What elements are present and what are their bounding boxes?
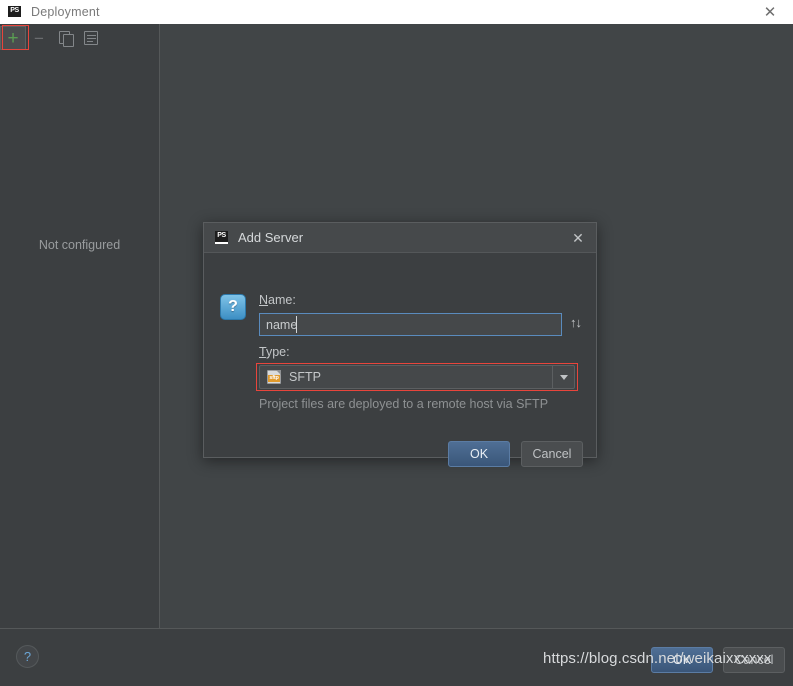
phpstorm-icon: PS — [8, 5, 21, 19]
type-label-mnemonic: T — [259, 345, 266, 359]
reorder-arrows-icon[interactable]: ↑↓ — [570, 315, 582, 330]
plus-icon: + — [7, 27, 19, 49]
deployment-window: PS Deployment ✕ + − Not configured ? OK … — [0, 0, 793, 686]
dialog-titlebar: PS Add Server ✕ — [204, 223, 596, 253]
server-list-panel[interactable]: Not configured — [0, 52, 159, 628]
window-titlebar: PS Deployment ✕ — [0, 0, 793, 24]
remove-server-button[interactable]: − — [26, 26, 52, 50]
type-selected-value: SFTP — [289, 370, 321, 384]
dialog-title: Add Server — [238, 230, 304, 245]
window-cancel-button[interactable]: Cancel — [723, 647, 785, 673]
sftp-icon-label: sftp — [268, 375, 280, 382]
name-label: Name: — [259, 293, 296, 307]
chevron-down-icon[interactable] — [552, 366, 574, 388]
minus-icon: − — [34, 28, 44, 48]
name-label-rest: ame: — [268, 293, 296, 307]
window-close-icon[interactable]: ✕ — [753, 0, 787, 24]
window-ok-button[interactable]: OK — [651, 647, 713, 673]
type-label-rest: ype: — [265, 345, 290, 359]
dialog-ok-button[interactable]: OK — [448, 441, 510, 467]
dialog-cancel-button[interactable]: Cancel — [521, 441, 583, 467]
name-label-mnemonic: N — [259, 293, 269, 307]
sftp-file-icon: sftp — [267, 370, 281, 384]
dialog-phpstorm-icon: PS — [215, 231, 228, 244]
edit-list-icon — [84, 31, 98, 45]
window-title: Deployment — [31, 5, 100, 19]
help-icon[interactable]: ? — [16, 645, 39, 668]
copy-server-button[interactable] — [52, 26, 78, 50]
type-hint-text: Project files are deployed to a remote h… — [259, 397, 549, 411]
add-server-dialog: PS Add Server ✕ ? Name: ↑↓ Type: sftp SF… — [203, 222, 597, 467]
deployment-toolbar: + − — [0, 24, 159, 52]
empty-state-label: Not configured — [38, 238, 121, 252]
type-label: Type: — [259, 345, 290, 359]
add-server-button[interactable]: + — [0, 26, 26, 50]
type-dropdown[interactable]: sftp SFTP — [259, 365, 575, 389]
dialog-body: ? Name: ↑↓ Type: sftp SFTP Project files… — [204, 253, 596, 467]
copy-icon — [58, 31, 74, 47]
text-caret — [296, 316, 297, 333]
edit-server-button[interactable] — [78, 26, 104, 50]
name-input[interactable] — [259, 313, 562, 336]
dialog-close-icon[interactable]: ✕ — [569, 229, 587, 247]
question-icon: ? — [220, 294, 246, 320]
